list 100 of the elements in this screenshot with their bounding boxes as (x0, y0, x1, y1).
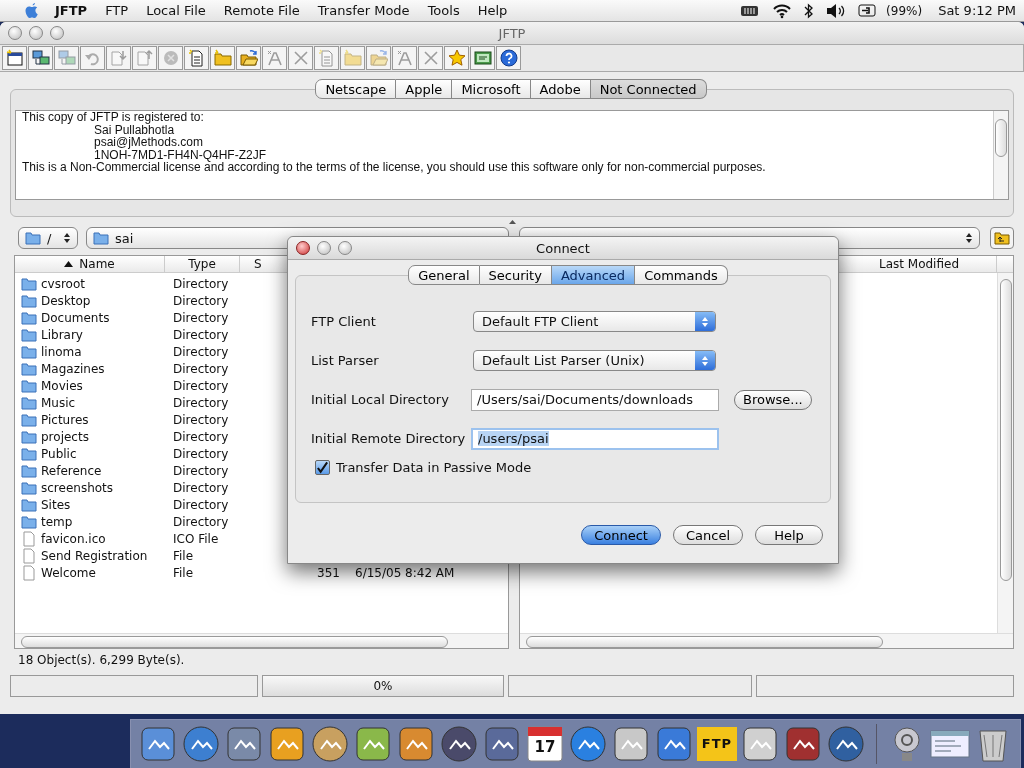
column-header[interactable]: Type (165, 256, 240, 272)
file-name[interactable]: linoma (41, 344, 82, 359)
menu-item[interactable]: Transfer Mode (308, 3, 419, 18)
column-label: Name (79, 257, 115, 271)
file-type: Directory (173, 395, 229, 410)
site-tab[interactable]: Netscape (315, 79, 397, 99)
file-type: Directory (173, 378, 229, 393)
toolbar-button[interactable] (496, 46, 521, 70)
file-name[interactable]: cvsroot (41, 276, 85, 291)
scrollbar[interactable] (520, 633, 1013, 648)
browse-button[interactable]: Browse... (734, 389, 812, 410)
app-menu[interactable]: JFTP (46, 3, 97, 18)
new-folder-icon (343, 49, 362, 67)
column-label: Last Modified (879, 257, 959, 271)
dialog-tab[interactable]: Commands (635, 265, 728, 285)
zoom-button[interactable] (338, 241, 352, 255)
checkbox-label[interactable]: Transfer Data in Passive Mode (336, 460, 532, 475)
dropdown[interactable]: Default FTP Client (473, 311, 716, 332)
file-name[interactable]: temp (41, 514, 73, 529)
folder-icon (21, 429, 37, 444)
file-name[interactable]: Library (41, 327, 83, 342)
file-type: ICO File (173, 531, 219, 546)
folder-icon (21, 344, 37, 359)
new-folder-icon (213, 49, 232, 67)
calendar-icon[interactable]: 17 (524, 723, 566, 765)
file-type: Directory (173, 429, 229, 444)
dropdown[interactable]: Default List Parser (Unix) (473, 350, 716, 371)
parent-folder-button[interactable] (990, 227, 1014, 249)
bluetooth-icon[interactable] (804, 2, 815, 19)
close-button[interactable] (296, 241, 310, 255)
menu-item[interactable]: Help (468, 3, 517, 18)
scrollbar[interactable] (15, 633, 508, 648)
menu-item[interactable]: Tools (418, 3, 469, 18)
checkbox[interactable] (315, 460, 330, 475)
file-name[interactable]: Movies (41, 378, 83, 393)
input-field[interactable]: /users/psai (471, 427, 719, 450)
dialog-tab[interactable]: General (408, 265, 480, 285)
file-type: Directory (173, 463, 229, 478)
file-name[interactable]: Pictures (41, 412, 89, 427)
toolbar-button[interactable] (2, 46, 27, 70)
splitter-arrow-icon[interactable] (508, 218, 516, 224)
folder-icon (21, 514, 37, 529)
file-name[interactable]: Welcome (41, 565, 96, 580)
file-name[interactable]: Reference (41, 463, 102, 478)
file-name[interactable]: favicon.ico (41, 531, 106, 546)
file-name[interactable]: screenshots (41, 480, 114, 495)
open-folder-icon (369, 49, 388, 67)
minimize-button[interactable] (29, 26, 43, 40)
volume-icon[interactable] (826, 2, 847, 19)
power-plug-icon[interactable] (858, 4, 879, 17)
menu-item[interactable]: Local File (137, 3, 215, 18)
menu-clock[interactable]: Sat 9:12 PM (938, 3, 1016, 18)
file-name[interactable]: Public (41, 446, 77, 461)
file-name[interactable]: projects (41, 429, 89, 444)
file-name[interactable]: Desktop (41, 293, 91, 308)
apple-logo-icon[interactable] (24, 1, 40, 20)
star-icon (447, 49, 466, 67)
file-name[interactable]: Send Registration (41, 548, 148, 563)
file-type: Directory (173, 361, 229, 376)
zoom-button[interactable] (50, 26, 64, 40)
drive-combo[interactable]: / (18, 227, 78, 249)
column-header[interactable]: Name (15, 256, 165, 272)
battery-menu-icon[interactable] (740, 4, 761, 17)
file-type: Directory (173, 497, 229, 512)
close-button[interactable] (8, 26, 22, 40)
stepper-icon (701, 315, 709, 328)
field-label: Initial Remote Directory (311, 431, 467, 446)
folder-icon (21, 395, 37, 410)
site-tab[interactable]: Microsoft (452, 79, 531, 99)
dialog-button[interactable]: Help (755, 525, 823, 545)
scrollbar[interactable] (993, 111, 1008, 199)
column-label: Type (188, 257, 216, 271)
rename-icon (265, 49, 284, 67)
dialog-button[interactable]: Connect (581, 525, 661, 545)
toolbar-button[interactable] (470, 46, 495, 70)
file-name[interactable]: Documents (41, 310, 110, 325)
minimize-button[interactable] (317, 241, 331, 255)
file-type: File (173, 548, 194, 563)
folder-icon (21, 276, 37, 291)
input-field[interactable]: /Users/sai/Documents/downloads (471, 388, 719, 411)
dialog-tab[interactable]: Security (479, 265, 552, 285)
scrollbar[interactable] (997, 273, 1013, 633)
menu-item[interactable]: FTP (96, 3, 138, 18)
file-name[interactable]: Magazines (41, 361, 105, 376)
file-type: Directory (173, 412, 229, 427)
field-label: List Parser (311, 353, 380, 368)
folder-icon (21, 361, 37, 376)
site-tab[interactable]: Adobe (530, 79, 591, 99)
file-name[interactable]: Sites (41, 497, 71, 512)
file-type: Directory (173, 344, 229, 359)
site-tab[interactable]: Not Connected (590, 79, 707, 99)
toolbar-button[interactable] (28, 46, 53, 70)
wifi-icon[interactable] (772, 2, 793, 19)
dialog-tab[interactable]: Advanced (551, 265, 636, 285)
menu-item[interactable]: Remote File (214, 3, 309, 18)
toolbar-button[interactable] (236, 46, 261, 70)
site-tab[interactable]: Apple (396, 79, 453, 99)
file-name[interactable]: Music (41, 395, 76, 410)
stepper-icon (965, 232, 973, 244)
dialog-button[interactable]: Cancel (672, 525, 743, 545)
